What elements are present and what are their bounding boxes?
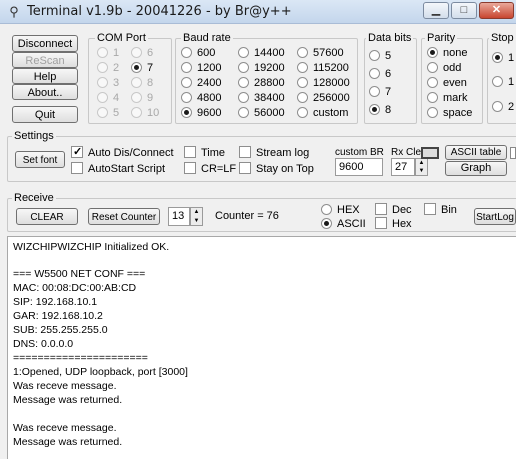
counter-label: Counter = 76 (215, 210, 279, 222)
settings-label: Settings (12, 130, 56, 142)
parity-radio-even[interactable]: even (427, 76, 467, 90)
baud-radio-128000[interactable]: 128000 (297, 76, 350, 90)
baud-radio-9600[interactable]: 9600 (181, 106, 221, 120)
time-checkbox[interactable]: Time (184, 146, 225, 160)
rx-clear-indicator (421, 147, 439, 159)
bin-checkbox[interactable]: Bin (424, 203, 457, 217)
baud-radio-2400[interactable]: 2400 (181, 76, 221, 90)
com-radio-1[interactable]: 1 (97, 46, 119, 60)
databits-radio-7[interactable]: 7 (369, 85, 391, 99)
terminal-line: Was receve message. (13, 422, 117, 434)
terminal-line: SUB: 255.255.255.0 (13, 324, 108, 336)
stay-on-top-checkbox[interactable]: Stay on Top (239, 162, 314, 176)
spin-down-icon[interactable]: ▼ (191, 217, 202, 226)
baud-radio-14400[interactable]: 14400 (238, 46, 285, 60)
parity-radio-odd[interactable]: odd (427, 61, 461, 75)
baud-radio-256000[interactable]: 256000 (297, 91, 350, 105)
maximize-button[interactable]: □ (451, 2, 477, 19)
autostart-script-checkbox[interactable]: AutoStart Script (71, 162, 165, 176)
receive-hex-radio[interactable]: HEX (321, 203, 360, 217)
databits-radio-8[interactable]: 8 (369, 103, 391, 117)
terminal-line: WIZCHIPWIZCHIP Initialized OK. (13, 241, 170, 253)
rx-clear-stepper[interactable]: ▲ ▼ (415, 158, 428, 176)
parity-radio-mark[interactable]: mark (427, 91, 467, 105)
stop-radio-1[interactable]: 1 (492, 51, 514, 65)
cr-lf-checkbox[interactable]: CR=LF (184, 162, 236, 176)
parity-radio-space[interactable]: space (427, 106, 472, 120)
baud-radio-custom[interactable]: custom (297, 106, 348, 120)
terminal-line: SIP: 192.168.10.1 (13, 296, 98, 308)
window-title: Terminal v1.9b - 20041226 - by Br@y++ (27, 4, 292, 19)
help-button[interactable]: Help (12, 68, 78, 84)
com-radio-6[interactable]: 6 (131, 46, 153, 60)
spin-down-icon[interactable]: ▼ (416, 167, 427, 175)
title-bar: ⚲ Terminal v1.9b - 20041226 - by Br@y++ … (0, 0, 516, 24)
app-icon: ⚲ (9, 4, 19, 19)
disconnect-button[interactable]: Disconnect (12, 35, 78, 52)
baud-radio-28800[interactable]: 28800 (238, 76, 285, 90)
terminal-line: MAC: 00:08:DC:00:AB:CD (13, 282, 137, 294)
terminal-line: === W5500 NET CONF === (13, 268, 146, 280)
terminal-output[interactable]: WIZCHIPWIZCHIP Initialized OK. === W5500… (7, 236, 516, 459)
auto-dis-connect-checkbox[interactable]: Auto Dis/Connect (71, 145, 174, 160)
databits-radio-6[interactable]: 6 (369, 67, 391, 81)
terminal-line: Was receve message. (13, 380, 117, 392)
baud-radio-1200[interactable]: 1200 (181, 61, 221, 75)
rx-clear-input[interactable]: 27 (391, 158, 415, 176)
spin-up-icon[interactable]: ▲ (191, 208, 202, 217)
com-radio-3[interactable]: 3 (97, 76, 119, 90)
receive-ascii-radio[interactable]: ASCII (321, 217, 366, 231)
set-font-button[interactable]: Set font (15, 151, 65, 168)
stop-bits-label: Stop (489, 32, 516, 44)
counter-spin-input[interactable]: 13 (168, 207, 190, 226)
clear-button[interactable]: CLEAR (16, 208, 78, 225)
rescan-button[interactable]: ReScan (12, 52, 78, 68)
parity-label: Parity (425, 32, 458, 44)
graph-button[interactable]: Graph (445, 161, 507, 176)
terminal-line: GAR: 192.168.10.2 (13, 310, 103, 322)
baud-rate-label: Baud rate (181, 32, 233, 44)
baud-radio-56000[interactable]: 56000 (238, 106, 285, 120)
terminal-line: Message was returned. (13, 394, 123, 406)
receive-label: Receive (12, 192, 56, 204)
baud-radio-115200[interactable]: 115200 (297, 61, 349, 75)
baud-radio-57600[interactable]: 57600 (297, 46, 344, 60)
quit-button[interactable]: Quit (12, 106, 78, 123)
hex-checkbox[interactable]: Hex (375, 217, 412, 231)
custom-br-input[interactable]: 9600 (335, 158, 383, 176)
scroll-edge-indicator (510, 147, 516, 159)
baud-radio-19200[interactable]: 19200 (238, 61, 285, 75)
com-radio-8[interactable]: 8 (131, 76, 153, 90)
baud-radio-600[interactable]: 600 (181, 46, 215, 60)
parity-radio-none[interactable]: none (427, 46, 467, 60)
start-log-button[interactable]: StartLog (474, 208, 516, 225)
stop-radio-1-5[interactable]: 1 (492, 75, 514, 89)
minimize-button[interactable]: ▁ (423, 2, 449, 19)
stop-radio-2[interactable]: 2 (492, 100, 514, 114)
com-radio-7[interactable]: 7 (131, 61, 153, 75)
close-button[interactable]: ✕ (479, 2, 514, 19)
terminal-line: ====================== (13, 352, 148, 364)
com-radio-2[interactable]: 2 (97, 61, 119, 75)
terminal-line: DNS: 0.0.0.0 (13, 338, 74, 350)
about-button[interactable]: About.. (12, 84, 78, 100)
spin-up-icon[interactable]: ▲ (416, 159, 427, 167)
terminal-line: 1:Opened, UDP loopback, port [3000] (13, 366, 188, 378)
data-bits-label: Data bits (366, 32, 414, 44)
dec-checkbox[interactable]: Dec (375, 203, 412, 217)
com-radio-4[interactable]: 4 (97, 91, 119, 105)
terminal-line: Message was returned. (13, 436, 123, 448)
com-port-label: COM Port (95, 32, 148, 44)
com-radio-10[interactable]: 10 (131, 106, 159, 120)
baud-radio-4800[interactable]: 4800 (181, 91, 221, 105)
counter-stepper[interactable]: ▲ ▼ (190, 207, 203, 226)
reset-counter-button[interactable]: Reset Counter (88, 208, 160, 225)
com-radio-5[interactable]: 5 (97, 106, 119, 120)
stream-log-checkbox[interactable]: Stream log (239, 146, 309, 160)
ascii-table-button[interactable]: ASCII table (445, 145, 507, 160)
com-radio-9[interactable]: 9 (131, 91, 153, 105)
baud-radio-38400[interactable]: 38400 (238, 91, 285, 105)
databits-radio-5[interactable]: 5 (369, 49, 391, 63)
